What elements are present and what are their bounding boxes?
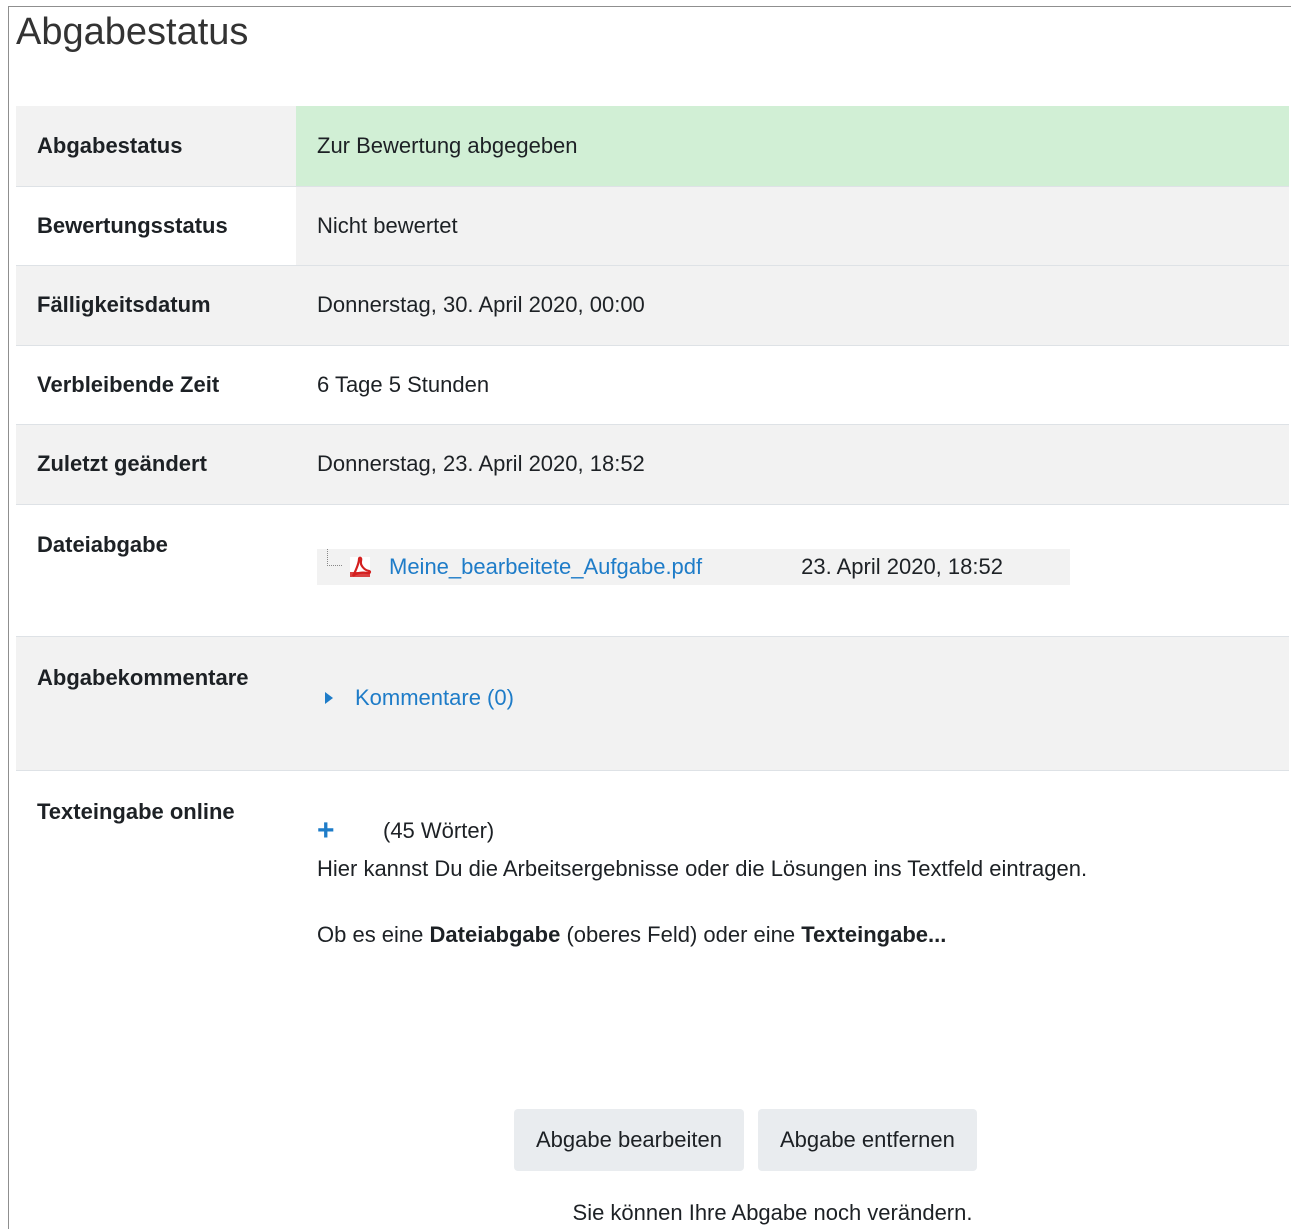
plus-icon[interactable]: + [317, 815, 341, 845]
comments-link[interactable]: Kommentare (0) [355, 685, 514, 711]
row-label: Verbleibende Zeit [16, 344, 296, 424]
text-segment: Ob es eine [317, 921, 430, 947]
row-label: Dateiabgabe [16, 503, 296, 636]
online-text-cell: + (45 Wörter) Hier kannst Du die Arbeits… [296, 769, 1289, 951]
row-label: Texteingabe online [16, 769, 296, 951]
online-text-paragraph: Ob es eine Dateiabgabe (oberes Feld) ode… [317, 919, 1289, 951]
table-row: Zuletzt geändert Donnerstag, 23. April 2… [16, 423, 1289, 504]
file-item: Meine_bearbeitete_Aufgabe.pdf 23. April … [317, 548, 1070, 585]
table-row: Bewertungsstatus Nicht bewertet [16, 185, 1289, 265]
row-label: Bewertungsstatus [16, 185, 296, 265]
file-link[interactable]: Meine_bearbeitete_Aufgabe.pdf [389, 554, 702, 580]
word-count-line: + (45 Wörter) [317, 815, 1289, 845]
table-row: Fälligkeitsdatum Donnerstag, 30. April 2… [16, 264, 1289, 345]
row-label: Fälligkeitsdatum [16, 264, 296, 345]
grading-status-value: Nicht bewertet [296, 185, 1289, 265]
page-title: Abgabestatus [16, 11, 249, 53]
table-row: Abgabekommentare Kommentare (0) [16, 635, 1289, 770]
edit-submission-button[interactable]: Abgabe bearbeiten [514, 1109, 744, 1171]
tree-connector [327, 548, 342, 566]
table-row: Abgabestatus Zur Bewertung abgegeben [16, 106, 1289, 186]
table-row: Dateiabgabe Meine_bearbeitete_Aufgabe.pd… [16, 503, 1289, 636]
online-text-paragraph: Hier kannst Du die Arbeitsergebnisse ode… [317, 855, 1088, 881]
action-buttons: Abgabe bearbeiten Abgabe entfernen [514, 1109, 977, 1171]
remove-submission-button[interactable]: Abgabe entfernen [757, 1109, 977, 1171]
submission-status-value: Zur Bewertung abgegeben [296, 106, 1289, 186]
row-label: Zuletzt geändert [16, 423, 296, 504]
table-row: Verbleibende Zeit 6 Tage 5 Stunden [16, 344, 1289, 424]
submission-status-table: Abgabestatus Zur Bewertung abgegeben Bew… [16, 106, 1289, 951]
text-bold: Texteingabe... [801, 921, 947, 947]
time-remaining-value: 6 Tage 5 Stunden [296, 344, 1289, 424]
comments-cell: Kommentare (0) [296, 635, 1289, 770]
file-submission-cell: Meine_bearbeitete_Aufgabe.pdf 23. April … [296, 503, 1289, 636]
text-bold: Dateiabgabe [429, 921, 561, 947]
caret-right-icon[interactable] [325, 691, 333, 704]
last-modified-value: Donnerstag, 23. April 2020, 18:52 [296, 423, 1289, 504]
comments-toggle[interactable]: Kommentare (0) [317, 685, 1289, 711]
due-date-value: Donnerstag, 30. April 2020, 00:00 [296, 264, 1289, 345]
pdf-icon [347, 554, 373, 580]
row-label: Abgabestatus [16, 106, 296, 186]
row-label: Abgabekommentare [16, 635, 296, 770]
edit-note: Sie können Ihre Abgabe noch verändern. [572, 1200, 973, 1225]
word-count: (45 Wörter) [383, 817, 495, 843]
table-row: Texteingabe online + (45 Wörter) Hier ka… [16, 769, 1289, 951]
text-segment: (oberes Feld) oder eine [560, 921, 802, 947]
file-date: 23. April 2020, 18:52 [801, 553, 1003, 579]
